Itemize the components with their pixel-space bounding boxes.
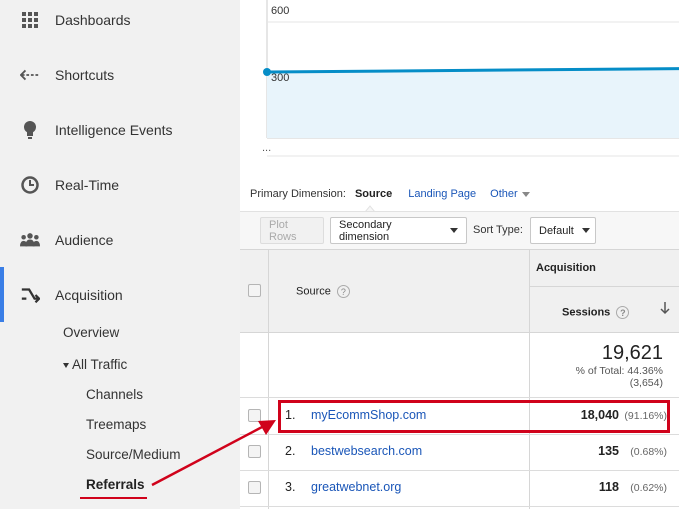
group-header-divider [529,286,679,287]
sidebar-item-dashboards[interactable]: Dashboards [0,0,240,47]
sidebar-item-source-medium[interactable]: Source/Medium [86,447,181,462]
row-checkbox[interactable] [248,481,261,494]
row-number: 2. [285,444,296,458]
referrals-annotation-underline [80,497,147,499]
sidebar-item-real-time[interactable]: Real-Time [0,157,240,212]
secondary-dimension-dropdown[interactable]: Secondary dimension [330,217,467,244]
table-toolbar: Plot Rows Secondary dimension Default [240,211,679,249]
sort-descending-icon[interactable] [660,301,670,320]
sidebar-item-all-traffic[interactable]: All Traffic [63,357,127,372]
sidebar-item-channels[interactable]: Channels [86,387,143,402]
acquisition-arrows-icon [20,285,40,305]
sidebar-item-referrals[interactable]: Referrals [86,477,145,492]
select-all-checkbox[interactable] [248,284,261,297]
sessions-number: 118 [598,480,619,494]
primary-dimension-landing-page-link[interactable]: Landing Page [408,188,476,200]
primary-dimension-bar: Primary Dimension: Source Landing Page O… [250,188,530,200]
table-row: 2. bestwebsearch.com 135 (0.68%) [240,434,679,470]
sessions-total-site: (3,654) [629,377,663,389]
acquisition-group-header: Acquisition [536,262,596,274]
sidebar-item-label: Audience [55,231,114,248]
plot-rows-button[interactable]: Plot Rows [260,217,324,244]
sidebar-item-overview[interactable]: Overview [63,325,119,340]
highlight-box-top-row [278,400,670,433]
source-header-label: Source [296,285,331,298]
sidebar-item-intelligence-events[interactable]: Intelligence Events [0,102,240,157]
people-icon [20,230,40,250]
sessions-header-label: Sessions [562,306,611,319]
help-icon[interactable]: ? [336,285,350,298]
sessions-percent: (0.68%) [630,446,667,458]
sessions-total-value: 19,621 [601,342,663,364]
help-icon[interactable]: ? [616,306,630,319]
sidebar-item-label: Real-Time [55,176,120,193]
sidebar-item-label: Dashboards [55,11,131,28]
row-divider [240,506,679,507]
sidebar-item-label: Intelligence Events [55,121,173,138]
row-number: 3. [285,480,296,494]
table-row: 3. greatwebnet.org 118 (0.62%) [240,470,679,506]
primary-dimension-label: Primary Dimension: [250,188,346,200]
sidebar-item-treemaps[interactable]: Treemaps [86,417,146,432]
expanded-caret-icon [63,362,69,368]
sort-type-dropdown[interactable]: Default [530,217,596,244]
sort-type-label: Sort Type: [473,224,523,236]
shortcut-arrow-icon [20,65,40,85]
chevron-down-icon [581,228,590,233]
chevron-down-icon [521,191,530,197]
y-tick-label-300: 300 [271,72,290,84]
lightbulb-icon [20,120,40,140]
row-checkbox[interactable] [248,445,261,458]
sessions-chart: 600 300 ... [240,0,679,165]
x-tick-label: ... [262,142,272,154]
chart-area-fill [267,68,679,138]
sessions-number: 135 [598,444,619,458]
grid-icon [20,10,40,30]
primary-dimension-source[interactable]: Source [355,188,392,200]
sidebar-item-label: Acquisition [55,286,123,303]
sidebar-item-label: Shortcuts [55,66,115,83]
sort-type-value: Default [539,224,574,237]
sidebar-item-audience[interactable]: Audience [0,212,240,267]
source-column-header[interactable]: Source? [296,285,350,298]
secondary-dimension-label: Secondary dimension [339,218,392,243]
sidebar-item-shortcuts[interactable]: Shortcuts [0,47,240,102]
sidebar-item-acquisition[interactable]: Acquisition [0,267,240,322]
chevron-down-icon [450,228,458,233]
other-label: Other [490,188,518,200]
sessions-column-header[interactable]: Sessions? [562,306,630,319]
source-link[interactable]: bestwebsearch.com [311,444,422,458]
source-link[interactable]: greatwebnet.org [311,480,401,494]
sessions-percent: (0.62%) [630,482,667,494]
row-checkbox[interactable] [248,409,261,422]
primary-dimension-other-link[interactable]: Other [490,188,530,200]
chart-svg [263,0,679,157]
chart-data-point [263,68,271,76]
sessions-value: 118 [599,480,619,494]
sessions-total-percent: % of Total: 44.36% [575,365,663,377]
sidebar: Dashboards Shortcuts Intelligence Events… [0,0,240,509]
sessions-value: 135 [598,444,619,458]
clock-icon [20,175,40,195]
y-tick-label-600: 600 [271,5,290,17]
all-traffic-label: All Traffic [72,357,128,372]
